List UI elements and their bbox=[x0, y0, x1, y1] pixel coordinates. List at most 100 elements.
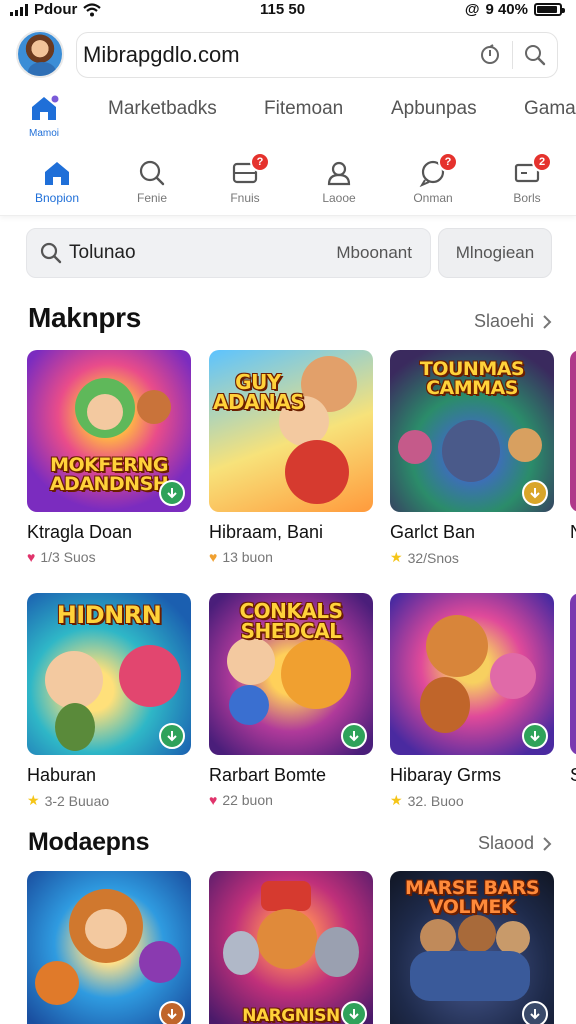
game-meta: ★ 3-2 Buuao bbox=[27, 792, 191, 809]
signal-icon bbox=[10, 3, 28, 16]
game-name[interactable]: S bbox=[570, 765, 576, 786]
game-meta-text: 13 buon bbox=[222, 549, 273, 565]
tab-label: Bnopion bbox=[34, 191, 80, 205]
search-field[interactable]: Tolunao Mboonant bbox=[26, 228, 431, 278]
game-thumbnail[interactable] bbox=[27, 871, 191, 1024]
reload-icon[interactable] bbox=[468, 33, 512, 77]
game-meta: ♥ 1/3 Suos bbox=[27, 549, 191, 565]
heart-icon: ♥ bbox=[27, 549, 36, 565]
game-thumbnail[interactable]: TOUNMAS CAMMAS bbox=[390, 350, 554, 512]
game-thumbnail[interactable]: GUY ADANAS bbox=[209, 350, 373, 512]
tab-profile[interactable]: Laooe bbox=[294, 158, 384, 205]
game-card-partial[interactable]: S bbox=[570, 593, 576, 786]
search-icon[interactable] bbox=[513, 33, 557, 77]
game-name[interactable]: Haburan bbox=[27, 765, 191, 786]
game-thumbnail[interactable] bbox=[390, 593, 554, 755]
game-name[interactable]: N bbox=[570, 522, 576, 543]
game-card[interactable]: TOUNMAS CAMMAS Garlct Ban ★ 32/Snos bbox=[390, 350, 554, 566]
game-name[interactable]: Ktragla Doan bbox=[27, 522, 191, 543]
download-icon[interactable] bbox=[159, 723, 185, 749]
game-art-title: CONKALS SHEDCAL bbox=[239, 599, 343, 643]
game-thumbnail[interactable]: HIDNRN bbox=[27, 593, 191, 755]
game-name[interactable]: Hibaray Grms bbox=[390, 765, 554, 786]
tab-inbox[interactable]: ? Fnuis bbox=[200, 152, 290, 205]
notification-badge: ? bbox=[438, 152, 458, 172]
download-icon[interactable] bbox=[522, 480, 548, 506]
category-home-label: Mamoi bbox=[28, 128, 59, 139]
at-icon: @ bbox=[464, 1, 480, 18]
tab-bar: Bnopion Fenie ? Fnuis Laooe ? Onman 2 Bo… bbox=[0, 150, 576, 216]
game-art-title: MARSE BARS VOLMEK bbox=[404, 877, 540, 918]
tab-label: Fenie bbox=[136, 191, 168, 205]
app-screen: Pdour 115 50 @ 9 40% Mibrapgdlo.com Mamo… bbox=[0, 0, 576, 1024]
download-icon[interactable] bbox=[341, 1001, 367, 1024]
search-scope[interactable]: Mboonant bbox=[336, 243, 412, 263]
category-home[interactable]: Mamoi bbox=[24, 94, 64, 139]
notification-badge: ? bbox=[250, 152, 270, 172]
game-card[interactable]: MOKFERNG ADANDNSH Ktragla Doan ♥ 1/3 Suos bbox=[27, 350, 191, 565]
tab-label: Onman bbox=[413, 191, 453, 205]
heart-icon: ♥ bbox=[209, 549, 218, 565]
battery-percent: 9 40% bbox=[485, 1, 528, 18]
game-card[interactable]: MARSE BARS VOLMEK bbox=[390, 871, 554, 1024]
section-see-all[interactable]: Slaoehi bbox=[474, 311, 552, 332]
wifi-icon bbox=[83, 2, 102, 16]
game-card-partial[interactable]: N bbox=[570, 350, 576, 543]
game-meta-text: 32. Buoo bbox=[407, 792, 464, 809]
tab-cart[interactable]: 2 Borls bbox=[482, 152, 572, 205]
game-thumbnail[interactable]: MARSE BARS VOLMEK bbox=[390, 871, 554, 1024]
star-icon: ★ bbox=[27, 792, 40, 808]
category-item[interactable]: Apbunpas bbox=[391, 98, 477, 120]
see-all-label: Slaood bbox=[477, 833, 534, 853]
category-item[interactable]: Gamas bbox=[524, 98, 576, 120]
game-thumbnail[interactable] bbox=[570, 350, 576, 512]
carrier-label: Pdour bbox=[34, 1, 78, 18]
game-card[interactable]: Hibaray Grms ★ 32. Buoo bbox=[390, 593, 554, 809]
game-art-title: HIDNRN bbox=[56, 601, 162, 629]
section-title: Modaepns bbox=[28, 828, 150, 856]
download-icon[interactable] bbox=[522, 1001, 548, 1024]
game-card[interactable]: NARGNISN bbox=[209, 871, 373, 1024]
download-icon[interactable] bbox=[159, 1001, 185, 1024]
tab-home[interactable]: Bnopion bbox=[12, 158, 102, 205]
game-name[interactable]: Garlct Ban bbox=[390, 522, 554, 543]
game-meta-text: 3-2 Buuao bbox=[44, 792, 110, 809]
game-meta: ♥ 22 buon bbox=[209, 792, 373, 808]
game-meta-text: 22 buon bbox=[222, 792, 273, 808]
download-icon[interactable] bbox=[341, 723, 367, 749]
download-icon[interactable] bbox=[522, 723, 548, 749]
game-card[interactable] bbox=[27, 871, 191, 1024]
game-meta-text: 32/Snos bbox=[407, 549, 459, 566]
game-name[interactable]: Hibraam, Bani bbox=[209, 522, 373, 543]
home-icon bbox=[45, 162, 69, 185]
game-thumbnail[interactable]: CONKALS SHEDCAL bbox=[209, 593, 373, 755]
search-button[interactable]: Mlnogiean bbox=[438, 228, 552, 278]
game-thumbnail[interactable] bbox=[570, 593, 576, 755]
tab-search[interactable]: Fenie bbox=[107, 158, 197, 205]
see-all-label: Slaoehi bbox=[473, 311, 534, 331]
game-meta: ★ 32/Snos bbox=[390, 549, 554, 566]
tab-messages[interactable]: ? Onman bbox=[388, 152, 478, 205]
user-icon bbox=[327, 161, 351, 186]
section-title: Maknprs bbox=[28, 302, 142, 333]
tab-label: Fnuis bbox=[230, 191, 260, 205]
url-text[interactable]: Mibrapgdlo.com bbox=[83, 42, 468, 68]
chevron-right-icon bbox=[543, 836, 552, 851]
game-thumbnail[interactable]: MOKFERNG ADANDNSH bbox=[27, 350, 191, 512]
search-query[interactable]: Tolunao bbox=[69, 242, 336, 264]
download-icon[interactable] bbox=[159, 480, 185, 506]
game-name[interactable]: Rarbart Bomte bbox=[209, 765, 373, 786]
category-item[interactable]: Marketbadks bbox=[108, 98, 217, 120]
game-meta: ♥ 13 buon bbox=[209, 549, 373, 565]
profile-avatar[interactable] bbox=[16, 30, 64, 78]
game-thumbnail[interactable]: NARGNISN bbox=[209, 871, 373, 1024]
notification-badge: 2 bbox=[532, 152, 552, 172]
game-card[interactable]: HIDNRN Haburan ★ 3-2 Buuao bbox=[27, 593, 191, 809]
battery-fill bbox=[537, 6, 557, 13]
game-card[interactable]: GUY ADANAS Hibraam, Bani ♥ 13 buon bbox=[209, 350, 373, 565]
section-see-all[interactable]: Slaood bbox=[478, 833, 552, 854]
game-card[interactable]: CONKALS SHEDCAL Rarbart Bomte ♥ 22 buon bbox=[209, 593, 373, 808]
home-icon bbox=[32, 95, 59, 120]
address-bar[interactable]: Mibrapgdlo.com bbox=[76, 32, 558, 78]
category-item[interactable]: Fitemoan bbox=[264, 98, 343, 120]
